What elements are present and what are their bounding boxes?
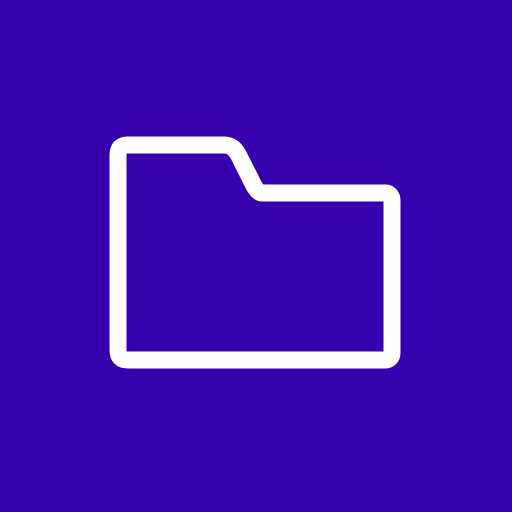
folder-icon	[0, 0, 512, 512]
icon-background	[0, 0, 512, 512]
app-icon[interactable]	[0, 0, 512, 512]
